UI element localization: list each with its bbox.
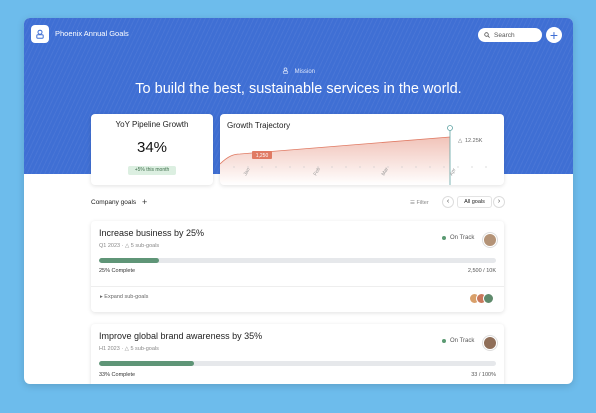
next-page-button[interactable]: › bbox=[493, 196, 505, 208]
trajectory-chart: 1,250 △ 12.25K Jan Feb Mar Apr bbox=[220, 125, 487, 185]
owner-avatar[interactable] bbox=[483, 233, 497, 247]
app-window: Phoenix Annual Goals Search + Mission To… bbox=[24, 18, 573, 384]
expand-subgoals-button[interactable]: ▸ Expand sub-goals bbox=[100, 294, 148, 300]
yoy-pipeline-card[interactable]: YoY Pipeline Growth 34% +5% this month bbox=[91, 114, 213, 185]
app-logo[interactable] bbox=[31, 25, 49, 43]
progress-fill bbox=[99, 361, 195, 366]
status-label: On Track bbox=[450, 338, 475, 344]
end-label: 12.25K bbox=[465, 138, 483, 144]
goal-meta: H1 2023 · △ 5 sub-goals bbox=[99, 346, 159, 352]
progress-fill bbox=[99, 258, 159, 263]
yoy-title: YoY Pipeline Growth bbox=[115, 120, 189, 129]
filter-button[interactable]: ☰ Filter bbox=[410, 200, 429, 206]
avatar-group[interactable] bbox=[469, 293, 499, 305]
add-goal-button[interactable]: + bbox=[142, 197, 147, 207]
mission-statement: To build the best, sustainable services … bbox=[135, 81, 462, 97]
status-label: On Track bbox=[450, 235, 475, 241]
goal-card[interactable]: Improve global brand awareness by 35% H1… bbox=[91, 324, 504, 384]
status-indicator: On Track bbox=[442, 235, 474, 241]
mission-label: Mission bbox=[294, 69, 315, 75]
mission-label-row: Mission bbox=[24, 67, 573, 75]
goal-title: Increase business by 25% bbox=[99, 228, 205, 238]
yoy-change-badge: +5% this month bbox=[128, 166, 176, 175]
end-label-icon: △ bbox=[458, 138, 463, 144]
yoy-value: 34% bbox=[136, 139, 168, 156]
search-placeholder: Search bbox=[494, 31, 515, 39]
app-title: Phoenix Annual Goals bbox=[55, 29, 129, 38]
filter-icon: ☰ bbox=[410, 200, 415, 206]
search-icon bbox=[484, 32, 490, 38]
status-dot bbox=[442, 236, 446, 240]
growth-trajectory-card[interactable]: Growth Trajectory 1,250 △ 12.25K Jan Feb… bbox=[220, 114, 504, 185]
company-goals-heading: Company goals bbox=[91, 199, 137, 206]
goal-card[interactable]: Increase business by 25% Q1 2023 · △ 5 s… bbox=[91, 221, 504, 312]
avatar bbox=[483, 293, 494, 304]
goal-title: Improve global brand awareness by 35% bbox=[99, 331, 263, 341]
trajectory-area bbox=[220, 137, 450, 185]
start-label: 1,250 bbox=[256, 153, 269, 159]
prev-page-button[interactable]: ‹ bbox=[442, 196, 454, 208]
owner-avatar[interactable] bbox=[483, 336, 497, 350]
progress-count: 2,500 / 10K bbox=[467, 268, 496, 274]
search-input[interactable]: Search bbox=[478, 28, 542, 42]
progress-bar bbox=[99, 258, 496, 263]
progress-bar bbox=[99, 361, 496, 366]
progress-complete-label: 25% Complete bbox=[99, 268, 136, 274]
status-indicator: On Track bbox=[442, 338, 474, 344]
goal-meta: Q1 2023 · △ 5 sub-goals bbox=[99, 243, 160, 249]
progress-complete-label: 33% Complete bbox=[99, 372, 136, 378]
card-divider bbox=[91, 286, 504, 287]
user-icon bbox=[36, 29, 44, 39]
add-button[interactable]: + bbox=[546, 27, 562, 43]
progress-count: 33 / 100% bbox=[471, 372, 496, 378]
filter-label: Filter bbox=[416, 200, 429, 206]
goal-scope-select[interactable]: All goals bbox=[457, 196, 492, 208]
status-dot bbox=[442, 339, 446, 343]
trajectory-cursor-dot bbox=[447, 125, 453, 131]
mission-icon bbox=[282, 67, 289, 74]
